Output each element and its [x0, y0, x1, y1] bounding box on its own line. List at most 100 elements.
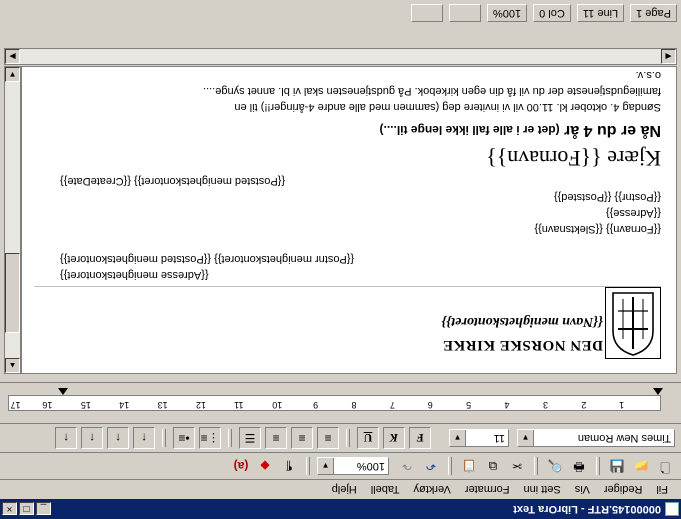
- menu-view[interactable]: Vis: [568, 484, 597, 496]
- undo-icon[interactable]: ↶: [421, 456, 441, 476]
- letterhead: DEN NORSKE KIRKE {{Navn menighetskontore…: [34, 286, 661, 359]
- ruler-tick-label: 6: [427, 400, 433, 410]
- standard-toolbar: 🗋 📂 💾 🖶 🔍 ✂ ⧉ 📋 ↶ ↷ 100% ▼ ¶ ◆ (a): [0, 452, 681, 479]
- toolbar-separator: [162, 429, 166, 447]
- recipient-name: {{Fornavn}} {{Slektsnavn}}: [534, 223, 661, 235]
- church-logo-icon: [605, 287, 661, 359]
- church-name: DEN NORSKE KIRKE: [442, 337, 603, 353]
- office-address: {{Adresse menighetskontoret}}: [60, 269, 209, 281]
- headline: Nå er du 4 år (det er i alle fall ikke l…: [380, 121, 661, 139]
- bullet-list-icon[interactable]: •≡: [173, 427, 195, 449]
- app-icon: [665, 502, 679, 516]
- vertical-scroll-thumb[interactable]: [5, 253, 20, 333]
- scroll-left-icon[interactable]: ◀: [661, 49, 676, 64]
- ruler-tick-label: 7: [389, 400, 395, 410]
- ruler-tick-label: 2: [581, 400, 587, 410]
- maximize-button[interactable]: □: [19, 502, 34, 516]
- align-left-icon[interactable]: ≡: [317, 427, 339, 449]
- chevron-down-icon[interactable]: ▼: [450, 430, 466, 446]
- zoom-combo[interactable]: 100% ▼: [317, 457, 389, 475]
- menu-tools[interactable]: Verktøy: [407, 484, 458, 496]
- ruler-tick-label: 9: [313, 400, 319, 410]
- menu-insert[interactable]: Sett inn: [516, 484, 567, 496]
- paragraph-marks-icon[interactable]: ¶: [279, 456, 299, 476]
- format-toolbar: Times New Roman ▼ 11 ▼ F K U ≡ ≡ ≡ ☰ ⋮≡ …: [0, 423, 681, 452]
- status-line: Line 11: [576, 4, 625, 22]
- headline-main: Nå er du 4 år: [564, 122, 661, 139]
- status-empty-panel: [411, 4, 444, 22]
- ruler-tick-label: 4: [504, 400, 510, 410]
- field-icon[interactable]: (a): [231, 456, 251, 476]
- status-page: Page 1: [630, 4, 677, 22]
- print-icon[interactable]: 🖶: [569, 456, 589, 476]
- vertical-scrollbar[interactable]: ▲ ▼: [4, 66, 21, 374]
- font-value: Times New Roman: [577, 432, 671, 444]
- menu-table[interactable]: Tabell: [364, 484, 407, 496]
- recipient-postal: {{Postnr}} {{Poststed}}: [553, 191, 661, 203]
- scroll-right-icon[interactable]: ▶: [5, 49, 20, 64]
- menu-edit[interactable]: Rediger: [597, 484, 650, 496]
- align-justify-icon[interactable]: ☰: [239, 427, 261, 449]
- toolbar-separator: [306, 457, 310, 475]
- font-size-value: 11: [493, 432, 505, 444]
- ruler-tick-label: 14: [119, 400, 130, 410]
- date-line: {{Poststed menighetskontoret}} {{CreateD…: [60, 175, 286, 187]
- toolbar-separator: [448, 457, 452, 475]
- scroll-down-icon[interactable]: ▼: [5, 67, 20, 82]
- insert-object-icon[interactable]: ◆: [255, 456, 275, 476]
- minimize-button[interactable]: _: [36, 502, 51, 516]
- superscript-icon[interactable]: ↑: [81, 427, 103, 449]
- menu-help[interactable]: Hjelp: [325, 484, 364, 496]
- office-name: {{Navn menighetskontoret}}: [441, 314, 603, 329]
- window-title: 00000145.RTF - LibrOra Text: [513, 503, 661, 515]
- horizontal-scrollbar[interactable]: ◀ ▶: [4, 48, 677, 65]
- toolbar-separator: [228, 429, 232, 447]
- align-center-icon[interactable]: ≡: [291, 427, 313, 449]
- paste-icon[interactable]: 📋: [459, 456, 479, 476]
- chevron-down-icon[interactable]: ▼: [518, 430, 534, 446]
- copy-icon[interactable]: ⧉: [483, 456, 503, 476]
- recipient-address: {{Adresse}}: [605, 207, 661, 219]
- ruler-tick-label: 11: [234, 400, 244, 410]
- ruler-tick-label: 16: [42, 400, 53, 410]
- align-right-icon[interactable]: ≡: [265, 427, 287, 449]
- redo-icon[interactable]: ↷: [397, 456, 417, 476]
- ruler-tick-label: 8: [351, 400, 357, 410]
- ruler-tick-label: 1: [619, 400, 625, 410]
- font-combo[interactable]: Times New Roman ▼: [517, 429, 675, 447]
- status-empty-panel: [449, 4, 482, 22]
- body-line: Søndag 4. oktober kl. 11.00 vil vi invit…: [234, 101, 661, 113]
- menu-format[interactable]: Formater: [458, 484, 517, 496]
- scroll-up-icon[interactable]: ▲: [5, 358, 20, 373]
- font-size-combo[interactable]: 11 ▼: [449, 429, 509, 447]
- ruler-tick-label: 10: [272, 400, 283, 410]
- close-button[interactable]: ×: [2, 502, 17, 516]
- greeting: Kjære {{Fornavn}}: [486, 146, 661, 171]
- headline-sub: (det er i alle fall ikke lenge til....): [379, 123, 560, 137]
- toolbar-separator: [346, 429, 350, 447]
- chevron-down-icon[interactable]: ▼: [318, 458, 334, 474]
- document-page[interactable]: DEN NORSKE KIRKE {{Navn menighetskontore…: [21, 66, 677, 374]
- open-folder-icon[interactable]: 📂: [631, 456, 651, 476]
- indent-decrease-icon[interactable]: ↑: [133, 427, 155, 449]
- italic-button[interactable]: K: [383, 427, 405, 449]
- title-bar: 00000145.RTF - LibrOra Text _ □ ×: [0, 499, 681, 519]
- numbered-list-icon[interactable]: ⋮≡: [199, 427, 221, 449]
- status-col: Col 0: [533, 4, 571, 22]
- menu-file[interactable]: Fil: [649, 484, 675, 496]
- body-line: o.s.v.: [635, 69, 661, 81]
- status-bar: Page 1 Line 11 Col 0 100%: [0, 0, 681, 26]
- indent-increase-icon[interactable]: ↑: [107, 427, 129, 449]
- menu-bar: Fil Rediger Vis Sett inn Formater Verktø…: [0, 479, 681, 499]
- underline-button[interactable]: U: [357, 427, 379, 449]
- subscript-icon[interactable]: ↑: [55, 427, 77, 449]
- ruler-tick-label: 3: [542, 400, 548, 410]
- toolbar-separator: [534, 457, 538, 475]
- print-preview-icon[interactable]: 🔍: [545, 456, 565, 476]
- cut-icon[interactable]: ✂: [507, 456, 527, 476]
- body-line: familiegudstjeneste der du vil få din eg…: [203, 85, 661, 97]
- save-icon[interactable]: 💾: [607, 456, 627, 476]
- bold-button[interactable]: F: [409, 427, 431, 449]
- new-document-icon[interactable]: 🗋: [655, 456, 675, 476]
- zoom-value: 100%: [356, 460, 385, 472]
